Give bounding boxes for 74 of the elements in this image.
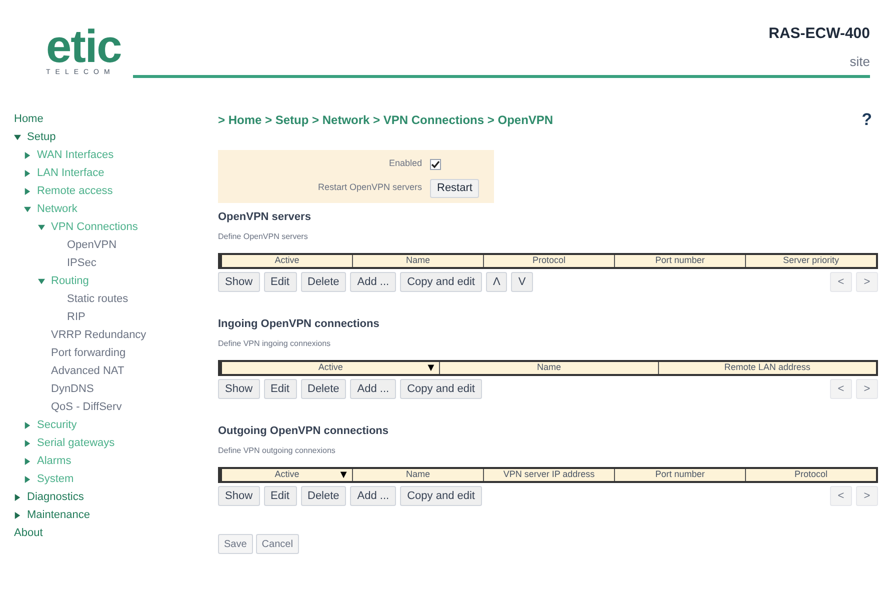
table-action-button[interactable]: Delete — [300, 486, 346, 506]
table-action-button[interactable]: Show — [218, 379, 260, 399]
table-action-button[interactable]: Add ... — [350, 486, 396, 506]
expanded-arrow-icon[interactable] — [38, 278, 45, 284]
table-action-button[interactable]: Copy and edit — [400, 486, 482, 506]
table-action-button[interactable]: Edit — [264, 379, 296, 399]
collapsed-arrow-icon[interactable] — [24, 440, 31, 446]
column-header[interactable]: Active — [318, 361, 343, 375]
sort-indicator[interactable]: ▼ — [338, 470, 349, 480]
table-action-button[interactable]: Show — [218, 272, 260, 292]
device-name: RAS-ECW-400 — [768, 24, 870, 44]
expanded-arrow-icon[interactable] — [14, 134, 21, 140]
section-description: Define VPN outgoing connexions — [218, 445, 336, 457]
enabled-label: Enabled — [388, 157, 423, 170]
collapsed-arrow-icon[interactable] — [24, 458, 31, 464]
sidebar-item[interactable]: QoS - DiffServ — [51, 398, 122, 416]
table-action-button[interactable]: Edit — [264, 272, 296, 292]
sidebar-item[interactable]: VRRP Redundancy — [51, 326, 146, 344]
sidebar-item[interactable]: Setup — [27, 128, 56, 146]
table-action-button[interactable]: Λ — [486, 272, 508, 292]
collapsed-arrow-icon[interactable] — [24, 476, 31, 482]
table-action-button[interactable]: Show — [218, 486, 260, 506]
sidebar-item[interactable]: Static routes — [67, 290, 128, 308]
column-header[interactable]: Name — [536, 361, 561, 375]
collapsed-arrow-icon[interactable] — [24, 188, 31, 194]
column-header[interactable]: Active — [274, 468, 300, 482]
sidebar-item[interactable]: DynDNS — [51, 380, 94, 398]
section-title: Outgoing OpenVPN connections — [218, 424, 390, 439]
sidebar-item[interactable]: RIP — [67, 308, 86, 326]
sidebar-item[interactable]: About — [14, 524, 43, 542]
collapsed-arrow-icon[interactable] — [24, 152, 31, 158]
sidebar-item[interactable]: Port forwarding — [51, 344, 126, 362]
column-header[interactable]: Name — [406, 254, 430, 268]
enabled-checkbox[interactable] — [430, 158, 441, 170]
column-header[interactable]: Port number — [655, 468, 705, 482]
collapsed-arrow-icon[interactable] — [24, 422, 31, 428]
column-header[interactable]: Protocol — [794, 468, 828, 482]
table-action-button[interactable]: Edit — [264, 486, 296, 506]
sidebar-item[interactable]: Advanced NAT — [51, 362, 124, 380]
sidebar-item[interactable]: Diagnostics — [27, 488, 84, 506]
site-name: site — [850, 52, 870, 70]
restart-label: Restart OpenVPN servers — [316, 181, 423, 194]
sort-indicator[interactable]: ▼ — [425, 362, 436, 374]
help-icon[interactable]: ? — [862, 107, 872, 133]
table-action-button[interactable]: Add ... — [350, 272, 396, 292]
sidebar-item[interactable]: OpenVPN — [67, 236, 117, 254]
column-header[interactable]: Server priority — [782, 254, 839, 268]
sidebar-item[interactable]: IPSec — [67, 254, 96, 272]
collapsed-arrow-icon[interactable] — [14, 494, 21, 500]
logo: etic — [46, 26, 122, 66]
table-action-button[interactable]: Copy and edit — [400, 272, 482, 292]
column-header[interactable]: Protocol — [532, 254, 566, 268]
column-header[interactable]: Port number — [655, 254, 705, 268]
table-action-button[interactable]: Add ... — [350, 379, 396, 399]
breadcrumb[interactable]: > Home > Setup > Network > VPN Connections > OpenVPN — [218, 111, 554, 129]
section-description: Define OpenVPN servers — [218, 231, 309, 243]
section-title: OpenVPN servers — [218, 210, 312, 225]
section-description: Define VPN ingoing connexions — [218, 338, 332, 350]
table-action-button[interactable]: V — [511, 272, 533, 292]
table-action-button[interactable]: Copy and edit — [400, 379, 482, 399]
collapsed-arrow-icon[interactable] — [24, 170, 31, 176]
sidebar-item[interactable]: Maintenance — [27, 506, 90, 524]
expanded-arrow-icon[interactable] — [38, 224, 45, 230]
expanded-arrow-icon[interactable] — [24, 206, 31, 212]
column-header[interactable]: Name — [406, 468, 430, 482]
section-title: Ingoing OpenVPN connections — [218, 317, 380, 332]
column-header[interactable]: VPN server IP address — [503, 468, 595, 482]
collapsed-arrow-icon[interactable] — [14, 512, 21, 518]
table-action-button[interactable]: Delete — [300, 379, 346, 399]
table-action-button[interactable]: Delete — [300, 272, 346, 292]
sidebar-item[interactable]: Home — [14, 110, 44, 128]
restart-button[interactable]: Restart — [430, 178, 480, 198]
column-header[interactable]: Remote LAN address — [724, 361, 810, 375]
column-header[interactable]: Active — [274, 254, 300, 268]
